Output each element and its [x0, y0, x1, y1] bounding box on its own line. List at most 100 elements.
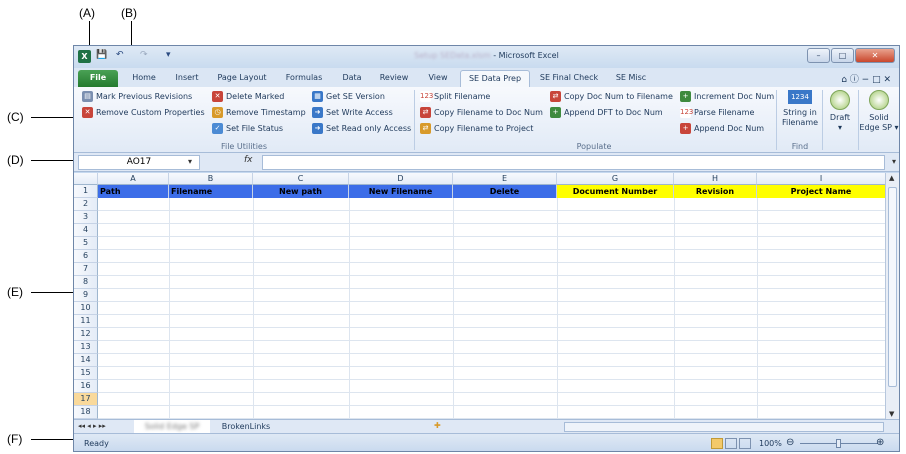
get-se-version-button[interactable]: ▦ Get SE Version: [312, 91, 385, 102]
scroll-up-icon[interactable]: ▲: [889, 174, 894, 182]
close-button[interactable]: ✕: [855, 48, 895, 63]
header-cell-revision[interactable]: Revision: [674, 185, 757, 198]
mark-previous-revisions-button[interactable]: ▤ Mark Previous Revisions: [82, 91, 192, 102]
gridline: [98, 327, 886, 328]
maximize-button[interactable]: □: [831, 48, 854, 63]
scroll-down-icon[interactable]: ▼: [889, 410, 894, 418]
name-box-dropdown-icon[interactable]: ▾: [188, 157, 192, 166]
normal-view-icon[interactable]: [711, 438, 723, 449]
header-cell-path[interactable]: Path: [98, 185, 169, 198]
help-and-ribbon-controls[interactable]: ⌂ ⓘ − □ ✕: [841, 72, 891, 85]
tab-file[interactable]: File: [78, 70, 118, 87]
row-header[interactable]: 6: [74, 250, 98, 263]
select-all-corner[interactable]: [74, 173, 98, 185]
tab-se-final-check[interactable]: SE Final Check: [534, 70, 604, 87]
page-layout-view-icon[interactable]: [725, 438, 737, 449]
row-header[interactable]: 9: [74, 289, 98, 302]
expand-formula-bar-icon[interactable]: ▾: [892, 157, 896, 166]
tab-view[interactable]: View: [420, 70, 456, 87]
string-in-filename-button[interactable]: 1234 String in Filename: [779, 90, 821, 128]
worksheet-grid[interactable]: A B C D E G H I 1 Path Filename New path…: [74, 173, 899, 419]
tab-review[interactable]: Review: [372, 70, 416, 87]
row-header[interactable]: 18: [74, 406, 98, 419]
draft-button[interactable]: Draft ▾: [824, 90, 856, 133]
parse-filename-button[interactable]: 123 Parse Filename: [680, 107, 754, 118]
column-header-b[interactable]: B: [169, 173, 253, 185]
tab-se-data-prep[interactable]: SE Data Prep: [460, 70, 530, 87]
remove-custom-properties-button[interactable]: ✕ Remove Custom Properties: [82, 107, 205, 118]
copy-filename-to-project-button[interactable]: ⇄ Copy Filename to Project: [420, 123, 533, 134]
solid-edge-sp-button[interactable]: Solid Edge SP ▾: [859, 90, 899, 133]
append-doc-num-button[interactable]: + Append Doc Num: [680, 123, 764, 134]
row-header[interactable]: 1: [74, 185, 98, 198]
zoom-level[interactable]: 100%: [759, 439, 782, 448]
column-header-h[interactable]: H: [674, 173, 757, 185]
increment-doc-num-button[interactable]: + Increment Doc Num: [680, 91, 774, 102]
horizontal-scrollbar[interactable]: [564, 422, 884, 432]
sheet-tab-brokenlinks[interactable]: BrokenLinks: [212, 420, 280, 433]
column-header-e[interactable]: E: [453, 173, 557, 185]
column-header-d[interactable]: D: [349, 173, 453, 185]
header-cell-filename[interactable]: Filename: [169, 185, 253, 198]
vertical-scrollbar[interactable]: ▲ ▼: [885, 173, 899, 419]
row-header-selected[interactable]: 17: [74, 393, 98, 406]
solid-edge-sp-icon: [869, 90, 889, 110]
zoom-in-icon[interactable]: ⊕: [876, 437, 884, 448]
insert-function-icon[interactable]: fx: [244, 155, 253, 165]
delete-marked-button[interactable]: ✕ Delete Marked: [212, 91, 284, 102]
gridline: [98, 288, 886, 289]
header-cell-project-name[interactable]: Project Name: [757, 185, 886, 198]
copy-filename-to-doc-num-button[interactable]: ⇄ Copy Filename to Doc Num: [420, 107, 543, 118]
formula-input[interactable]: [262, 155, 885, 170]
append-dft-button[interactable]: + Append DFT to Doc Num: [550, 107, 663, 118]
header-cell-new-path[interactable]: New path: [253, 185, 349, 198]
draft-dropdown-icon: ▾: [837, 123, 842, 132]
header-cell-delete[interactable]: Delete: [453, 185, 557, 198]
row-header[interactable]: 14: [74, 354, 98, 367]
column-header-a[interactable]: A: [98, 173, 169, 185]
scroll-thumb[interactable]: [888, 187, 897, 387]
row-header[interactable]: 16: [74, 380, 98, 393]
tab-se-misc[interactable]: SE Misc: [608, 70, 654, 87]
row-header[interactable]: 3: [74, 211, 98, 224]
row-header[interactable]: 15: [74, 367, 98, 380]
row-header[interactable]: 13: [74, 341, 98, 354]
callout-f-leader: [31, 439, 77, 440]
column-header-g[interactable]: G: [557, 173, 674, 185]
row-header[interactable]: 7: [74, 263, 98, 276]
split-filename-button[interactable]: 123 Split Filename: [420, 91, 490, 102]
tab-formulas[interactable]: Formulas: [278, 70, 330, 87]
zoom-out-icon[interactable]: ⊖: [786, 437, 794, 448]
column-header-i[interactable]: I: [757, 173, 886, 185]
set-file-status-button[interactable]: ✓ Set File Status: [212, 123, 283, 134]
remove-timestamp-button[interactable]: ◷ Remove Timestamp: [212, 107, 306, 118]
zoom-slider-thumb[interactable]: [836, 439, 841, 448]
row-header[interactable]: 4: [74, 224, 98, 237]
column-header-c[interactable]: C: [253, 173, 349, 185]
tab-data[interactable]: Data: [336, 70, 368, 87]
tab-home[interactable]: Home: [124, 70, 164, 87]
set-read-only-button[interactable]: ➜ Set Read only Access: [312, 123, 411, 134]
row-header[interactable]: 2: [74, 198, 98, 211]
sheet-nav-icons[interactable]: ◂◂ ◂ ▸ ▸▸: [78, 422, 106, 430]
row-header[interactable]: 11: [74, 315, 98, 328]
copy-doc-num-to-filename-button[interactable]: ⇄ Copy Doc Num to Filename: [550, 91, 673, 102]
page-break-view-icon[interactable]: [739, 438, 751, 449]
gridline: [757, 198, 758, 419]
header-cell-document-number[interactable]: Document Number: [557, 185, 674, 198]
row-header[interactable]: 5: [74, 237, 98, 250]
tab-page-layout[interactable]: Page Layout: [212, 70, 272, 87]
row-header[interactable]: 8: [74, 276, 98, 289]
name-box[interactable]: AO17: [78, 155, 200, 170]
minimize-button[interactable]: –: [807, 48, 830, 63]
tab-insert[interactable]: Insert: [166, 70, 208, 87]
row-header[interactable]: 10: [74, 302, 98, 315]
header-cell-new-filename[interactable]: New Filename: [349, 185, 453, 198]
copy-filename-icon: ⇄: [550, 91, 561, 102]
sheet-tab-active[interactable]: Solid Edge SP: [134, 420, 210, 433]
set-write-access-button[interactable]: ➜ Set Write Access: [312, 107, 393, 118]
window-title: Setup SEData.xlsm - Microsoft Excel: [74, 51, 899, 60]
insert-sheet-icon[interactable]: ✚: [434, 421, 441, 430]
row-header[interactable]: 12: [74, 328, 98, 341]
status-bar: Ready 100% ⊖ ⊕: [74, 433, 899, 451]
